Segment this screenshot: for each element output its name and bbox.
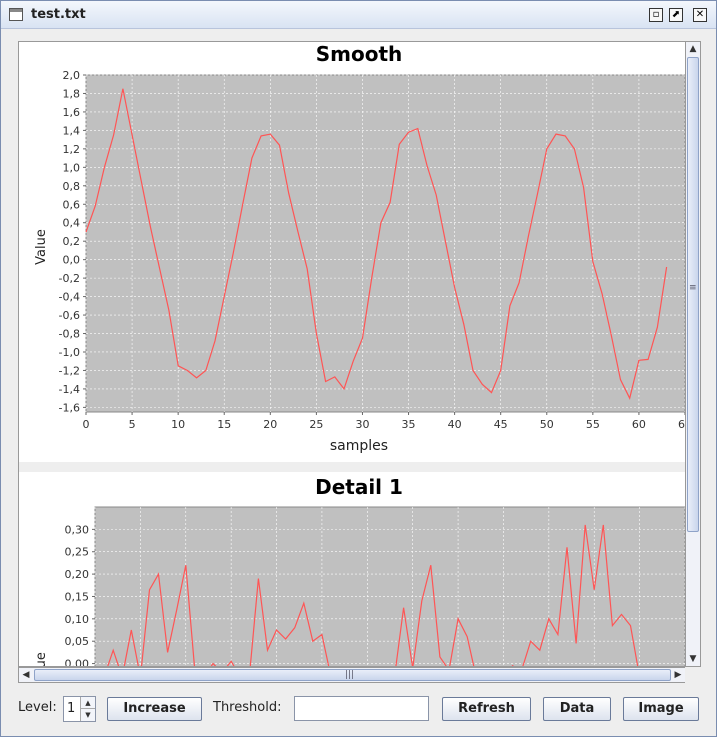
scroll-right-icon[interactable]: ▶ [671, 668, 685, 682]
plot-area [94, 506, 685, 666]
y-tick-label: 0,25 [65, 546, 90, 559]
y-tick-label: 1,8 [63, 87, 81, 100]
y-tick-label: 0,15 [65, 590, 90, 603]
y-axis-label: Value [34, 652, 49, 667]
window-title: test.txt [31, 7, 86, 22]
spinner-down-icon[interactable]: ▼ [80, 709, 95, 721]
refresh-button[interactable]: Refresh [442, 697, 531, 721]
smooth-chart: Smooth 2,0 1,8 1,6 1,4 1,2 1,0 0,8 0,6 0,4 0,2 0,0… [34, 42, 685, 454]
grip-icon: ||| [345, 670, 355, 680]
y-tick-label: 0,10 [65, 613, 90, 626]
window-icon [9, 8, 23, 21]
y-tick-label: -1,0 [59, 346, 80, 359]
x-axis-label: samples [330, 438, 388, 454]
y-axis: 0,30 0,25 0,20 0,15 0,10 0,05 0,00 [65, 523, 95, 667]
level-value[interactable]: 1 [67, 701, 75, 716]
threshold-input[interactable] [294, 696, 429, 721]
increase-button[interactable]: Increase [107, 697, 202, 721]
chart-title: Detail 1 [315, 475, 403, 499]
y-tick-label: 0,05 [65, 635, 90, 648]
x-tick-label: 10 [171, 418, 185, 431]
scroll-corner [685, 667, 701, 683]
y-tick-label: -1,6 [59, 401, 80, 414]
threshold-label: Threshold: [213, 700, 282, 715]
x-tick-label: 25 [309, 418, 323, 431]
x-tick-label: 40 [448, 418, 462, 431]
image-button[interactable]: Image [623, 697, 699, 721]
vertical-scrollbar[interactable]: ▲ ≡ ▼ [685, 41, 701, 667]
y-tick-label: -0,8 [59, 328, 80, 341]
maximize-icon[interactable]: ⬈ [669, 8, 683, 22]
title-bar[interactable]: test.txt ▫ ⬈ ✕ [1, 1, 716, 29]
app-window: test.txt ▫ ⬈ ✕ Smooth 2,0 1,8 1,6 1,4 1,2 1,0… [0, 0, 717, 737]
y-tick-label: 0,4 [63, 217, 81, 230]
scroll-down-icon[interactable]: ▼ [686, 652, 700, 666]
y-tick-label: 0,2 [63, 235, 81, 248]
y-tick-label: 0,6 [63, 198, 81, 211]
y-tick-label: 1,4 [63, 124, 81, 137]
x-tick-label: 20 [263, 418, 277, 431]
charts-canvas: Smooth 2,0 1,8 1,6 1,4 1,2 1,0 0,8 0,6 0,4 0,2 0,0… [19, 42, 685, 667]
detail-1-chart: Detail 1 0,30 0,25 0,20 0,15 0,10 0,05 0,00 Va… [34, 475, 685, 667]
spinner-up-icon[interactable]: ▲ [80, 697, 95, 709]
x-tick-label: 0 [83, 418, 90, 431]
x-tick-label: 60 [632, 418, 646, 431]
level-spinner[interactable]: 1 ▲ ▼ [63, 696, 96, 722]
close-icon[interactable]: ✕ [693, 8, 707, 22]
y-tick-label: -0,2 [59, 272, 80, 285]
chart-title: Smooth [316, 42, 403, 66]
x-tick-label: 35 [402, 418, 416, 431]
x-tick-label: 50 [540, 418, 554, 431]
y-tick-label: 2,0 [63, 69, 81, 82]
y-tick-label: -1,4 [59, 383, 80, 396]
y-tick-label: -0,4 [59, 291, 80, 304]
y-axis-label: Value [34, 229, 49, 265]
charts-scroll-pane[interactable]: Smooth 2,0 1,8 1,6 1,4 1,2 1,0 0,8 0,6 0,4 0,2 0,0… [18, 41, 686, 667]
y-tick-label: 1,0 [63, 161, 81, 174]
y-tick-label: -1,2 [59, 364, 80, 377]
x-tick-label: 15 [217, 418, 231, 431]
y-tick-label: 0,20 [65, 568, 90, 581]
y-tick-label: 0,00 [65, 658, 90, 667]
y-tick-label: 0,30 [65, 523, 90, 536]
x-axis: 05101520253035404550556065 [83, 412, 685, 431]
y-tick-label: 1,2 [63, 143, 81, 156]
vertical-scroll-thumb[interactable]: ≡ [687, 57, 699, 532]
y-tick-label: 1,6 [63, 106, 81, 119]
x-tick-label: 45 [494, 418, 508, 431]
plot-area [85, 74, 685, 413]
x-tick-label: 55 [586, 418, 600, 431]
x-tick-label: 30 [355, 418, 369, 431]
x-tick-label: 5 [129, 418, 136, 431]
y-tick-label: 0,8 [63, 180, 81, 193]
data-button[interactable]: Data [543, 697, 611, 721]
horizontal-scroll-thumb[interactable]: ||| [34, 669, 671, 681]
y-axis: 2,0 1,8 1,6 1,4 1,2 1,0 0,8 0,6 0,4 0,2 0,0 -0,2 -0,… [59, 69, 86, 414]
control-bar: Level: 1 ▲ ▼ Increase Threshold: Refresh… [1, 691, 716, 731]
scroll-up-icon[interactable]: ▲ [686, 42, 700, 56]
iconify-icon[interactable]: ▫ [649, 8, 663, 22]
y-tick-label: 0,0 [63, 254, 81, 267]
chart-separator [19, 462, 685, 472]
y-tick-label: -0,6 [59, 309, 80, 322]
level-label: Level: [18, 700, 57, 715]
scroll-left-icon[interactable]: ◀ [19, 668, 33, 682]
horizontal-scrollbar[interactable]: ◀ ||| ▶ [18, 667, 686, 683]
grip-icon: ≡ [689, 283, 697, 293]
